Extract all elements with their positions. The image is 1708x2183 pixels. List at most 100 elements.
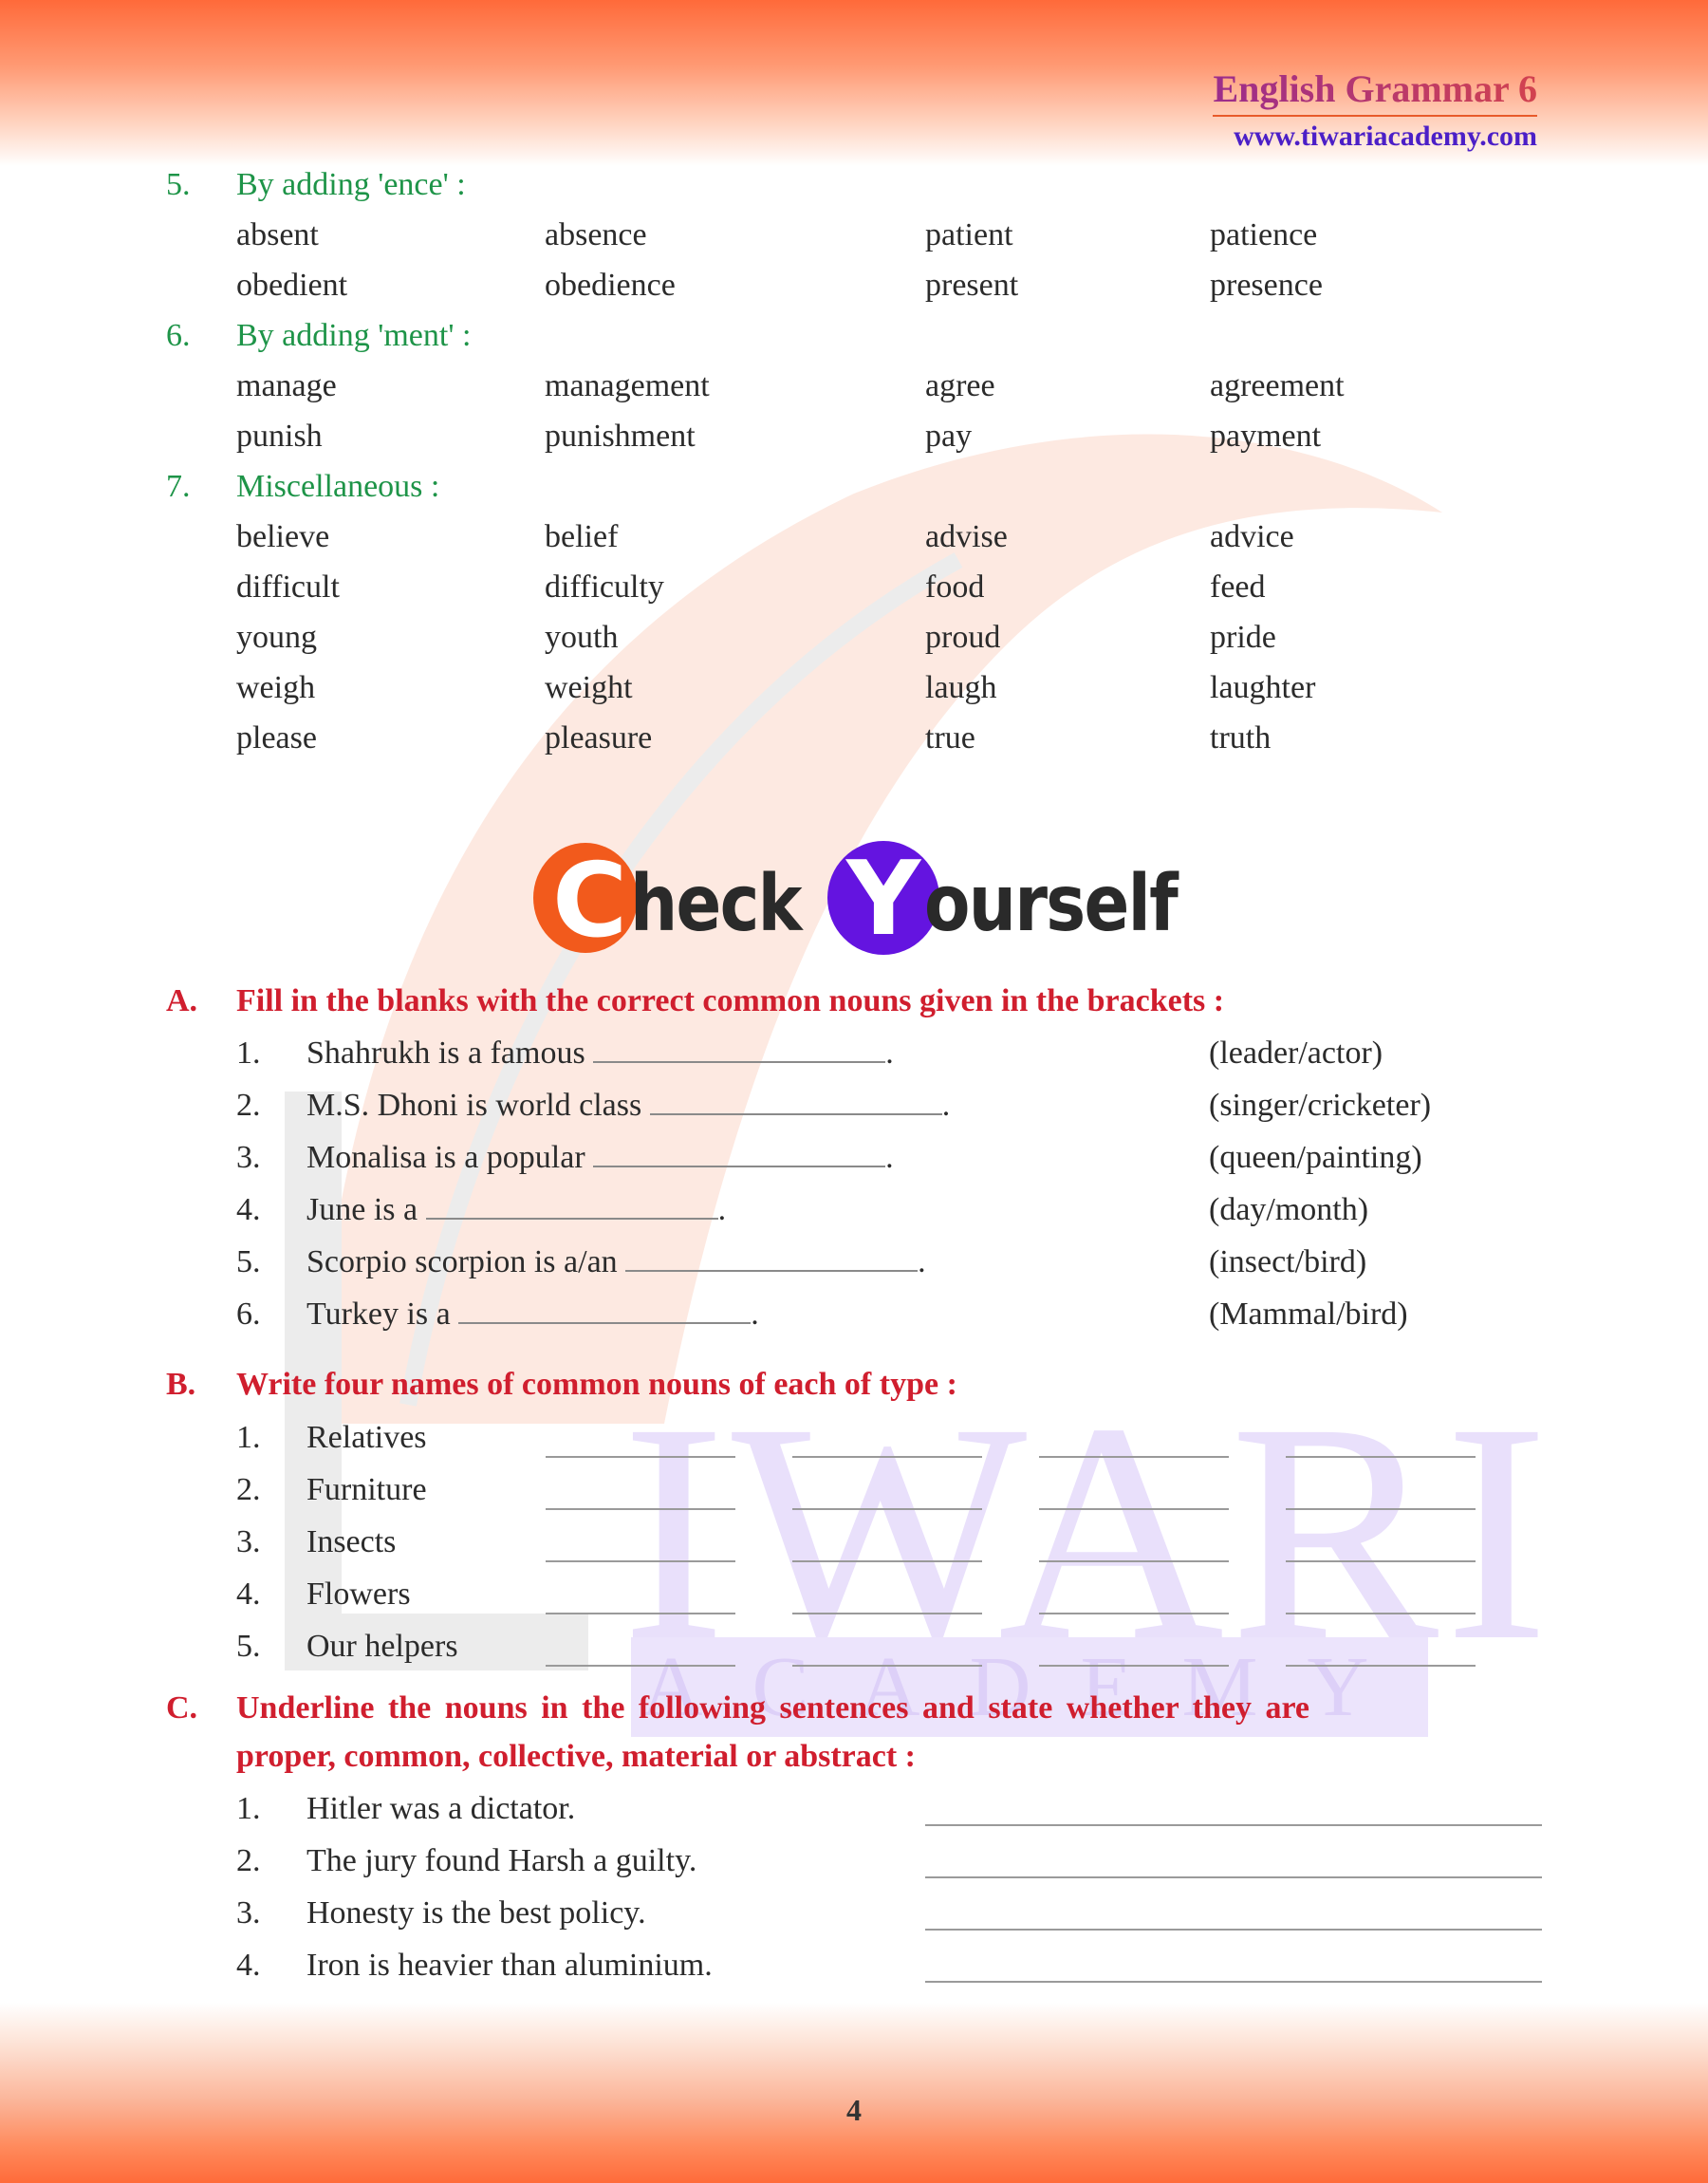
answer-line[interactable] — [925, 1824, 1542, 1826]
item-text: Insects — [306, 1524, 397, 1559]
exercise-a-item: 3. Monalisa is a popular . (queen/painti… — [236, 1140, 1546, 1187]
answer-line[interactable] — [792, 1560, 982, 1562]
word-cell: feed — [1210, 569, 1266, 605]
answer-line[interactable] — [1286, 1456, 1476, 1458]
item-number: 2. — [236, 1088, 261, 1123]
options-hint: (insect/bird) — [1209, 1244, 1367, 1279]
answer-line[interactable] — [925, 1981, 1542, 1983]
answer-blank[interactable] — [425, 1193, 718, 1220]
word-cell: weight — [545, 670, 633, 705]
item-text: June is a . — [306, 1192, 727, 1227]
item-number: 5. — [236, 1244, 261, 1279]
exercise-b-item: 3. Insects — [236, 1524, 1546, 1572]
word-cell: belief — [545, 519, 619, 554]
item-text: Furniture — [306, 1472, 427, 1507]
item-text: Hitler was a dictator. — [306, 1791, 576, 1826]
word-cell: obedience — [545, 268, 676, 303]
word-cell: advise — [925, 519, 1008, 554]
item-number: 5. — [236, 1629, 261, 1664]
item-number: 3. — [236, 1524, 261, 1559]
item-number: 4. — [236, 1577, 261, 1612]
answer-line[interactable] — [546, 1665, 735, 1667]
page-header: English Grammar 6 www.tiwariacademy.com — [1213, 66, 1537, 153]
answer-line[interactable] — [792, 1456, 982, 1458]
letter-c: C — [552, 842, 628, 961]
word-cell: believe — [236, 519, 330, 554]
answer-line[interactable] — [792, 1613, 982, 1614]
answer-line[interactable] — [546, 1560, 735, 1562]
answer-blank[interactable] — [593, 1036, 886, 1063]
word-cell: food — [925, 569, 985, 605]
word-cell: obedient — [236, 268, 348, 303]
heading-label: Underline the nouns in the following sen… — [236, 1690, 1310, 1726]
answer-line[interactable] — [1039, 1613, 1229, 1614]
answer-line[interactable] — [1039, 1560, 1229, 1562]
word-cell: management — [545, 368, 710, 403]
item-number: 2. — [236, 1472, 261, 1507]
answer-line[interactable] — [546, 1456, 735, 1458]
item-text: Flowers — [306, 1577, 411, 1612]
answer-blank[interactable] — [649, 1089, 942, 1115]
word-cell: laughter — [1210, 670, 1316, 705]
heading-label: Fill in the blanks with the correct comm… — [236, 983, 1225, 1018]
options-hint: (day/month) — [1209, 1192, 1369, 1227]
heading-label: proper, common, collective, material or … — [236, 1739, 917, 1774]
item-number: 4. — [236, 1192, 261, 1227]
word-cell: youth — [545, 620, 619, 655]
item-number: 1. — [236, 1791, 261, 1826]
exercise-a-item: 5. Scorpio scorpion is a/an . (insect/bi… — [236, 1244, 1546, 1292]
answer-line[interactable] — [1039, 1665, 1229, 1667]
heading-number: 6. — [166, 318, 191, 353]
heading-number: B. — [166, 1367, 196, 1402]
word-cell: patience — [1210, 217, 1318, 252]
exercise-c-item: 2. The jury found Harsh a guilty. — [236, 1843, 1546, 1891]
page-number: 4 — [846, 2093, 862, 2127]
item-number: 2. — [236, 1843, 261, 1878]
options-hint: (queen/painting) — [1209, 1140, 1422, 1175]
word-cell: payment — [1210, 419, 1322, 454]
word-cell: weigh — [236, 670, 316, 705]
word-cell: difficulty — [545, 569, 664, 605]
answer-line[interactable] — [792, 1508, 982, 1510]
exercise-b-item: 2. Furniture — [236, 1472, 1546, 1520]
answer-line[interactable] — [1286, 1665, 1476, 1667]
answer-line[interactable] — [546, 1508, 735, 1510]
item-text: The jury found Harsh a guilty. — [306, 1843, 697, 1878]
heading-label: By adding 'ment' : — [236, 318, 472, 353]
word-cell: absent — [236, 217, 319, 252]
heading-label: Miscellaneous : — [236, 469, 440, 504]
word-cell: agreement — [1210, 368, 1345, 403]
answer-line[interactable] — [1039, 1456, 1229, 1458]
item-text: M.S. Dhoni is world class . — [306, 1088, 951, 1123]
item-text: Monalisa is a popular . — [306, 1140, 894, 1175]
answer-blank[interactable] — [458, 1297, 752, 1324]
letter-y: Y — [846, 840, 921, 959]
answer-line[interactable] — [1286, 1560, 1476, 1562]
item-number: 3. — [236, 1140, 261, 1175]
word-cell: punishment — [545, 419, 696, 454]
exercise-a-item: 6. Turkey is a . (Mammal/bird) — [236, 1297, 1546, 1344]
options-hint: (Mammal/bird) — [1209, 1297, 1408, 1332]
word-cell: true — [925, 720, 975, 756]
book-title: English Grammar 6 — [1213, 66, 1537, 117]
word-cell: difficult — [236, 569, 340, 605]
heading-number: C. — [166, 1690, 198, 1726]
answer-line[interactable] — [1039, 1508, 1229, 1510]
options-hint: (singer/cricketer) — [1209, 1088, 1432, 1123]
item-number: 4. — [236, 1948, 261, 1983]
word-cell: presence — [1210, 268, 1323, 303]
answer-line[interactable] — [925, 1929, 1542, 1931]
answer-line[interactable] — [546, 1613, 735, 1614]
answer-blank[interactable] — [625, 1245, 919, 1272]
word-cell: laugh — [925, 670, 997, 705]
answer-line[interactable] — [1286, 1613, 1476, 1614]
answer-blank[interactable] — [593, 1141, 886, 1167]
item-number: 6. — [236, 1297, 261, 1332]
item-text: Scorpio scorpion is a/an . — [306, 1244, 926, 1279]
answer-line[interactable] — [792, 1665, 982, 1667]
answer-line[interactable] — [1286, 1508, 1476, 1510]
options-hint: (leader/actor) — [1209, 1036, 1383, 1071]
website-link[interactable]: www.tiwariacademy.com — [1213, 121, 1537, 153]
answer-line[interactable] — [925, 1876, 1542, 1878]
exercise-b-item: 1. Relatives — [236, 1420, 1546, 1467]
